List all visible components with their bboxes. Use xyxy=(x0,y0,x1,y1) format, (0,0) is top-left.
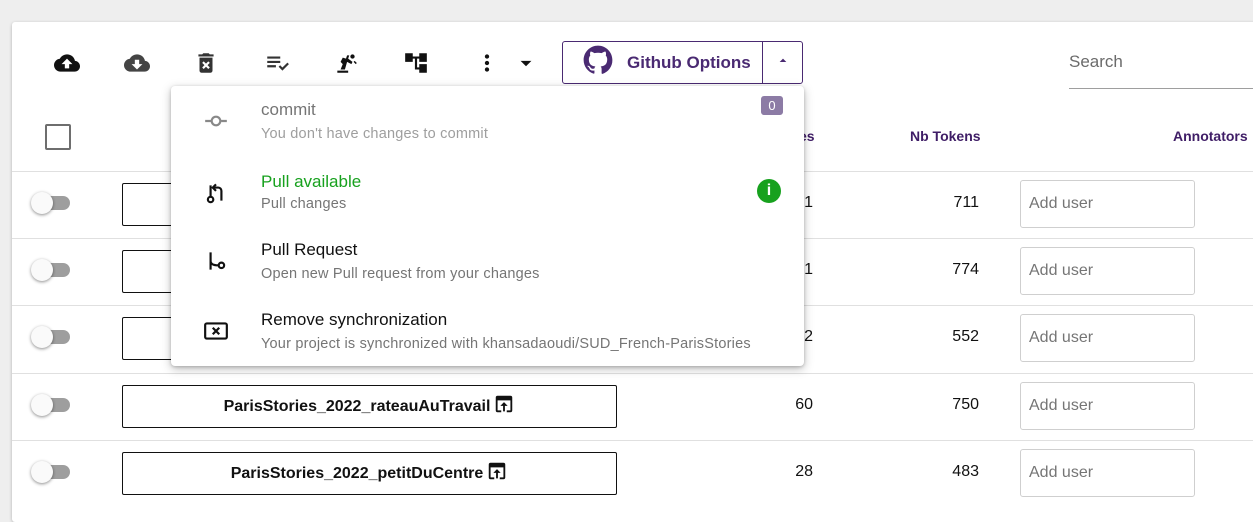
menu-item-subtitle: Open new Pull request from your changes xyxy=(261,266,540,282)
tokens-count: 483 xyxy=(952,463,979,480)
menu-item-pull-request[interactable]: Pull Request Open new Pull request from … xyxy=(171,226,804,292)
github-options-label: Github Options xyxy=(627,52,751,72)
caret-up-icon xyxy=(775,52,791,73)
open-in-new-icon xyxy=(490,393,515,420)
info-icon: i xyxy=(757,179,781,203)
tokens-count: 711 xyxy=(953,194,979,211)
pull-icon xyxy=(203,180,229,206)
dropdown-icon[interactable] xyxy=(508,45,544,81)
add-user-input[interactable] xyxy=(1020,247,1195,295)
tasks-icon[interactable] xyxy=(259,45,295,81)
row-toggle[interactable] xyxy=(31,394,70,416)
github-options-button[interactable]: Github Options xyxy=(562,41,803,84)
sample-name-button[interactable]: ParisStories_2022_petitDuCentre xyxy=(122,452,617,495)
changes-count-badge: 0 xyxy=(761,96,783,115)
menu-item-subtitle: Pull changes xyxy=(261,196,347,212)
menu-item-title: Pull Request xyxy=(261,240,358,259)
search-field[interactable] xyxy=(1069,48,1253,89)
menu-item-subtitle: Your project is synchronized with khansa… xyxy=(261,336,751,352)
menu-item-title: commit xyxy=(261,100,316,119)
add-user-input[interactable] xyxy=(1020,314,1195,362)
row-toggle[interactable] xyxy=(31,461,70,483)
tokens-count: 774 xyxy=(952,261,979,278)
commit-icon xyxy=(203,108,229,134)
sample-name-button[interactable]: ParisStories_2022_rateauAuTravail xyxy=(122,385,617,428)
menu-item-title: Pull available xyxy=(261,172,362,191)
pull-request-icon xyxy=(203,248,229,274)
column-header-annotators[interactable]: Annotators xyxy=(1173,128,1248,144)
delete-icon[interactable] xyxy=(188,45,224,81)
download-icon[interactable] xyxy=(119,45,155,81)
github-options-toggle[interactable] xyxy=(762,42,802,83)
sentences-count: 28 xyxy=(795,463,813,480)
github-icon xyxy=(583,45,627,80)
upload-icon[interactable] xyxy=(49,45,85,81)
add-user-input[interactable] xyxy=(1020,449,1195,497)
menu-item-commit[interactable]: commit You don't have changes to commit … xyxy=(171,86,804,152)
table-row: ParisStories_2022_petitDuCentre 28 483 xyxy=(12,440,1253,508)
github-options-main[interactable]: Github Options xyxy=(563,42,762,83)
sample-name: ParisStories_2022_petitDuCentre xyxy=(230,464,484,482)
tokens-count: 750 xyxy=(952,396,979,413)
menu-item-remove-sync[interactable]: Remove synchronization Your project is s… xyxy=(171,296,804,362)
row-toggle[interactable] xyxy=(31,192,70,214)
more-vert-icon[interactable] xyxy=(469,45,505,81)
add-user-input[interactable] xyxy=(1020,180,1195,228)
column-header-tokens[interactable]: Nb Tokens xyxy=(910,128,981,144)
sample-name: ParisStories_2022_rateauAuTravail xyxy=(223,397,491,415)
menu-item-subtitle: You don't have changes to commit xyxy=(261,126,489,142)
menu-item-pull[interactable]: Pull available Pull changes xyxy=(171,158,804,224)
search-input[interactable] xyxy=(1069,48,1249,76)
menu-item-title: Remove synchronization xyxy=(261,310,448,329)
select-all-checkbox[interactable] xyxy=(45,124,71,150)
tokens-count: 552 xyxy=(952,328,979,345)
github-options-menu: commit You don't have changes to commit … xyxy=(171,86,804,366)
row-toggle[interactable] xyxy=(31,259,70,281)
table-row: ParisStories_2022_rateauAuTravail 60 750 xyxy=(12,373,1253,441)
remove-box-icon xyxy=(203,318,229,344)
add-user-input[interactable] xyxy=(1020,382,1195,430)
row-toggle[interactable] xyxy=(31,326,70,348)
robot-arm-icon[interactable] xyxy=(328,45,364,81)
sentences-count: 60 xyxy=(795,396,813,413)
tree-icon[interactable] xyxy=(398,45,434,81)
open-in-new-icon xyxy=(483,460,508,487)
